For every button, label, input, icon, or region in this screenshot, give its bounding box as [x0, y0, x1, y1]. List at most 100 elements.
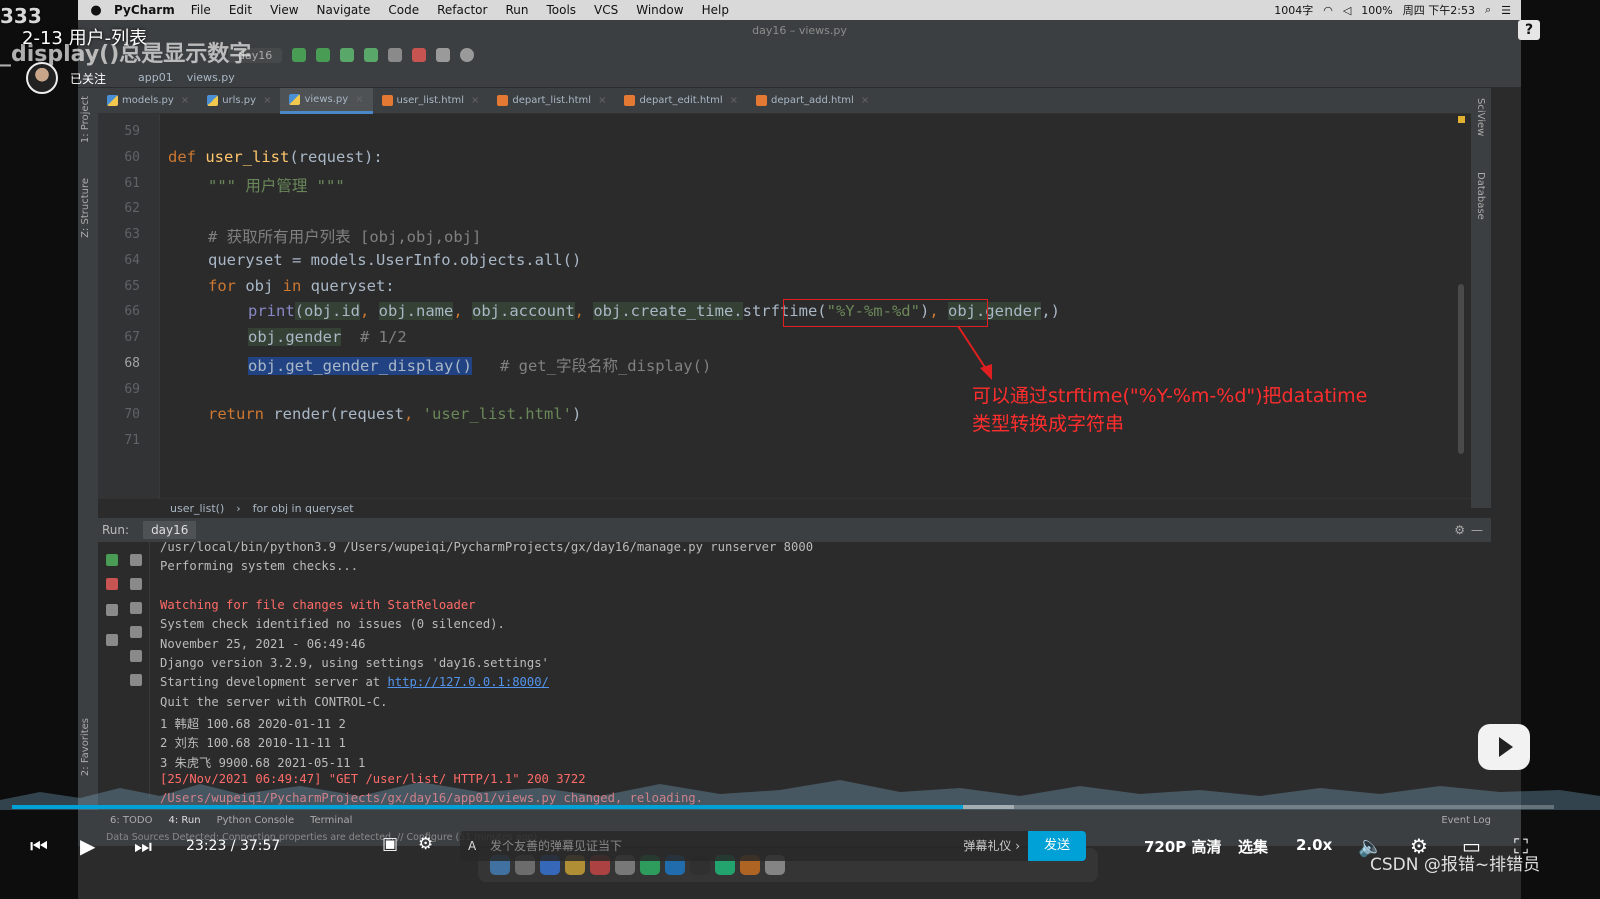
code-line-64: queryset = models.UserInfo.objects.all()	[208, 251, 582, 269]
video-title: 2-13 用户-列表	[22, 28, 148, 49]
tab-views: views.py ×	[280, 87, 373, 114]
search-icon: ⌕	[1484, 3, 1492, 16]
episodes-button[interactable]: 选集	[1238, 836, 1268, 857]
previous-icon[interactable]: ⏮	[30, 834, 48, 858]
word-count: 1004字	[1274, 4, 1314, 17]
danmu-etiquette-link[interactable]: 弹幕礼仪 ›	[963, 831, 1020, 861]
console-line: November 25, 2021 - 06:49:46	[160, 637, 366, 651]
console-line: Watching for file changes with StatReloa…	[160, 598, 476, 612]
structure-tool-label: Z: Structure	[80, 178, 91, 238]
line-number: 69	[124, 382, 140, 397]
time-display: 23:23 / 37:57	[186, 838, 281, 854]
tab-label: urls.py	[222, 95, 257, 106]
line-number: 65	[124, 279, 140, 294]
annotation-arrow-icon	[957, 325, 992, 380]
left-tool-strip: 1: Project Z: Structure 2: Favorites	[78, 88, 98, 818]
app-name: PyCharm	[114, 3, 175, 17]
arrow-up-icon	[130, 554, 142, 566]
speed-button[interactable]: 2.0x	[1296, 836, 1332, 854]
line-number: 63	[124, 227, 140, 242]
tab-label: user_list.html	[396, 95, 465, 106]
debug-icon	[316, 48, 331, 62]
console-line: System check identified no issues (0 sil…	[160, 617, 505, 631]
wrench-icon	[436, 48, 451, 62]
tab-label: models.py	[122, 95, 174, 106]
danmu-toggle-icon[interactable]: ▣	[382, 834, 398, 854]
right-tool-strip: SciView Database	[1471, 88, 1491, 508]
danmu-placeholder: 发个友善的弹幕见证当下	[490, 839, 623, 853]
layout-icon	[106, 604, 118, 616]
send-button[interactable]: 发送	[1028, 831, 1086, 861]
avatar[interactable]	[26, 62, 58, 94]
tab-label: depart_list.html	[512, 95, 592, 106]
tab-label: views.py	[304, 93, 349, 105]
builtin: print	[248, 302, 295, 320]
server-link[interactable]: http://127.0.0.1:8000/	[387, 675, 548, 689]
play-icon[interactable]: ▶	[80, 834, 95, 858]
code-text: )	[571, 405, 582, 423]
menubar-status: 1004字 ◠ ◁ 100% 周四 下午2:53 ⌕ ☰	[1274, 0, 1511, 20]
line-number-current: 68	[124, 356, 140, 371]
html-file-icon	[381, 95, 393, 106]
tv-icon[interactable]	[1478, 724, 1530, 770]
code-text: (request):	[289, 148, 383, 166]
menu-tools: Tools	[546, 3, 577, 17]
tab-label: depart_edit.html	[639, 95, 723, 106]
code-line-65: for obj in queryset:	[208, 277, 395, 295]
crumb-views: views.py	[186, 71, 235, 84]
next-icon[interactable]: ⏭	[134, 834, 152, 858]
follow-status[interactable]: 已关注	[70, 70, 106, 87]
progress-bar[interactable]	[12, 805, 1554, 809]
ide-toolbar: day16	[78, 42, 1521, 68]
danmu-style-icon[interactable]: A	[468, 831, 476, 861]
line-number: 67	[124, 330, 140, 345]
database-tool-label: Database	[1475, 172, 1486, 220]
comma: ,	[360, 302, 379, 320]
code-text: obj.account	[472, 302, 575, 320]
code-line-60: def user_list(request):	[168, 148, 383, 166]
code-text: obj.name	[378, 302, 454, 320]
tab-urls: urls.py ×	[198, 88, 280, 114]
line-number: 61	[124, 176, 140, 191]
quality-button[interactable]: 720P 高清	[1144, 836, 1222, 857]
code-text: obj.gender	[248, 328, 342, 346]
menu-refactor: Refactor	[437, 3, 488, 17]
code-line-63: # 获取所有用户列表 [obj,obj,obj]	[208, 228, 482, 246]
editor-scrollbar	[1458, 284, 1464, 454]
close-icon: ×	[180, 95, 190, 106]
run-tool-tab: 4: Run	[168, 814, 201, 826]
video-frame[interactable]: ● PyCharm File Edit View Navigate Code R…	[78, 0, 1521, 899]
project-breadcrumb: app01 views.py	[78, 68, 1521, 88]
console-line: Starting development server at http://12…	[160, 675, 549, 689]
code-line-70: return render(request, 'user_list.html')	[208, 405, 581, 423]
line-number: 59	[124, 124, 140, 139]
volume-waveform	[0, 780, 1600, 810]
tab-depart-list-html: depart_list.html ×	[488, 88, 615, 114]
html-file-icon	[756, 95, 768, 106]
code-line-67: obj.gender # 1/2	[248, 328, 407, 346]
python-file-icon	[289, 93, 301, 105]
menu-help: Help	[701, 3, 729, 17]
comment: # get_字段名称_display()	[471, 357, 712, 375]
trash-icon	[130, 674, 142, 686]
tab-depart-add-html: depart_add.html ×	[747, 88, 878, 114]
python-file-icon	[107, 95, 118, 106]
danmu-settings-icon[interactable]: ⚙	[418, 834, 433, 854]
console-line: Django version 3.2.9, using settings 'da…	[160, 656, 549, 670]
editor-tabs: models.py × urls.py × views.py × user_list.…	[98, 87, 1471, 114]
battery-level: 100%	[1361, 3, 1393, 17]
menu-list-icon: ☰	[1501, 3, 1511, 17]
scroll-end-icon	[130, 626, 142, 638]
line-number: 60	[124, 150, 140, 165]
close-icon: ×	[263, 95, 272, 106]
crumb-sep: ›	[236, 502, 241, 515]
code-text: obj.create_time.	[593, 302, 743, 320]
help-button[interactable]: ?	[1518, 20, 1540, 40]
profile-icon	[364, 48, 379, 62]
menu-window: Window	[636, 3, 684, 17]
crumb-loop: for obj in queryset	[252, 502, 354, 515]
close-icon: ×	[471, 95, 480, 106]
selected-code: obj.get_gender_display()	[248, 357, 472, 375]
code-text: ,)	[1041, 302, 1060, 320]
danmu-input[interactable]: A 发个友善的弹幕见证当下 弹幕礼仪 ›	[460, 831, 1038, 861]
